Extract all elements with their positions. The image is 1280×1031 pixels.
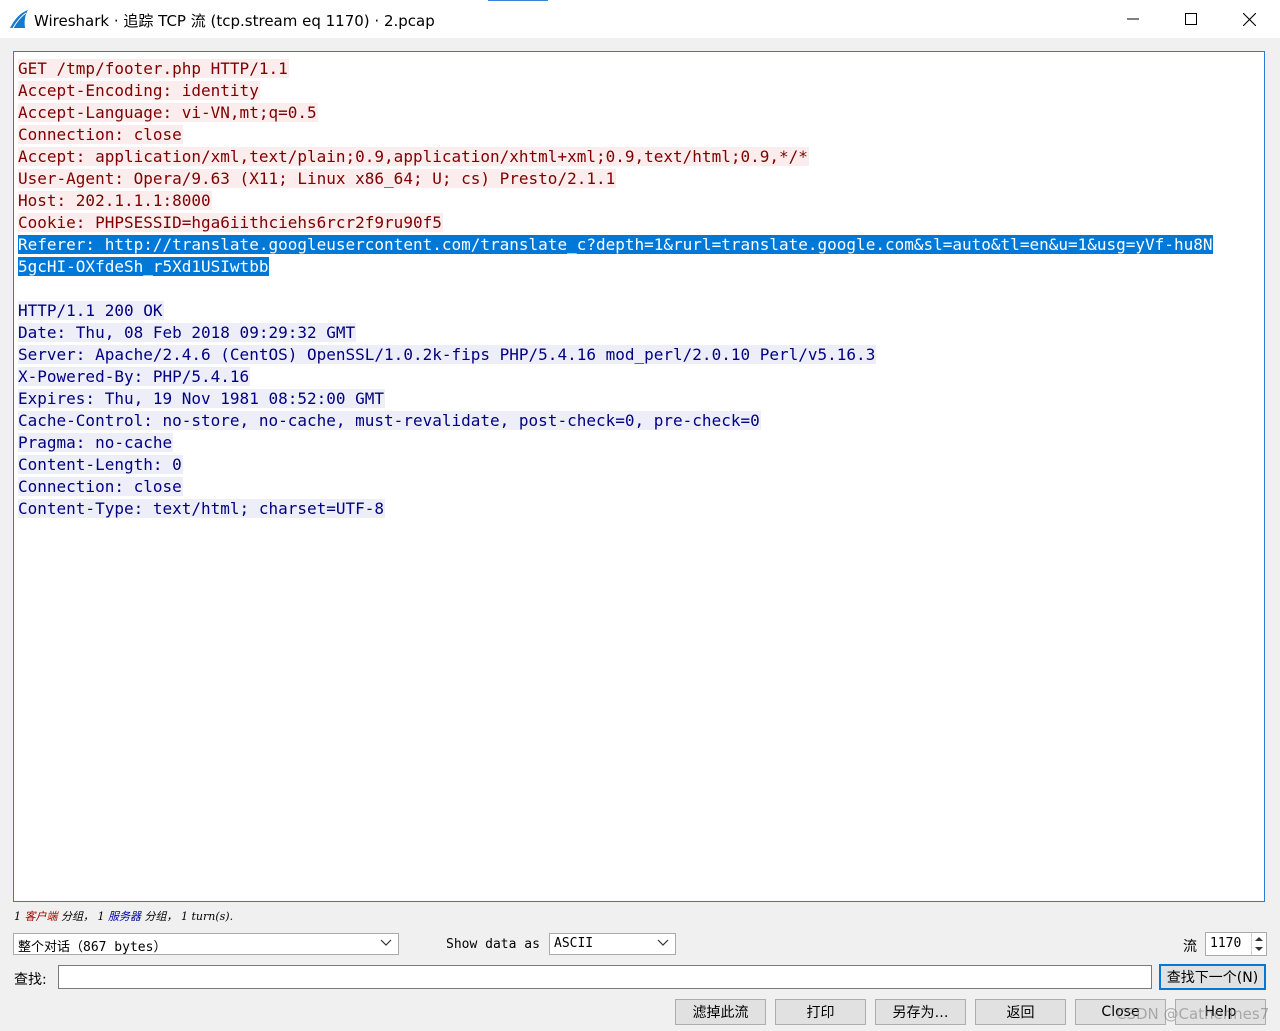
server-text-segment[interactable]: Cache-Control: no-store, no-cache, must-… — [18, 411, 761, 430]
stream-line[interactable]: Content-Type: text/html; charset=UTF-8 — [18, 498, 1213, 520]
server-text-segment[interactable]: X-Powered-By: PHP/5.4.16 — [18, 367, 251, 386]
stream-summary: 1 客户端 分组， 1 服务器 分组， 1 turn(s). — [14, 908, 233, 924]
client-text-segment[interactable]: Connection: close — [18, 125, 183, 144]
watermark: CSDN @Catherines7 — [1116, 1005, 1270, 1023]
server-text-segment[interactable]: Pragma: no-cache — [18, 433, 174, 452]
server-text-segment[interactable]: Date: Thu, 08 Feb 2018 09:29:32 GMT — [18, 323, 357, 342]
maximize-icon — [1185, 13, 1197, 25]
conversation-select[interactable]: 整个对话（867 bytes） — [13, 933, 399, 955]
stream-line[interactable]: HTTP/1.1 200 OK — [18, 300, 1213, 322]
summary-turns: 1 turn(s). — [181, 910, 234, 923]
stream-number-spinbox[interactable]: 1170 — [1205, 932, 1267, 956]
find-input[interactable] — [58, 965, 1152, 989]
title-bar: Wireshark · 追踪 TCP 流 (tcp.stream eq 1170… — [0, 0, 1280, 38]
minimize-button[interactable] — [1104, 0, 1162, 38]
stream-line[interactable]: Pragma: no-cache — [18, 432, 1213, 454]
close-window-button[interactable] — [1220, 0, 1278, 38]
wireshark-fin-icon — [10, 10, 28, 29]
chevron-down-icon — [657, 939, 669, 946]
stream-line[interactable]: Connection: close — [18, 124, 1213, 146]
save-as-button[interactable]: 另存为… — [875, 999, 966, 1025]
client-text-segment[interactable]: Accept-Encoding: identity — [18, 81, 260, 100]
stream-line[interactable]: Connection: close — [18, 476, 1213, 498]
stream-line[interactable]: Accept-Encoding: identity — [18, 80, 1213, 102]
stream-number-label: 流 — [1183, 939, 1197, 955]
maximize-button[interactable] — [1162, 0, 1220, 38]
server-text-segment[interactable]: Content-Length: 0 — [18, 455, 183, 474]
stream-text[interactable]: GET /tmp/footer.php HTTP/1.1 Accept-Encod… — [18, 58, 1214, 520]
server-text-segment[interactable]: Connection: close — [18, 477, 183, 496]
stream-line[interactable]: Host: 202.1.1.1:8000 — [18, 190, 1213, 212]
print-button[interactable]: 打印 — [775, 999, 866, 1025]
client-text-segment[interactable]: User-Agent: Opera/9.63 (X11; Linux x86_6… — [18, 169, 617, 188]
summary-server-suffix: 分组， — [144, 910, 178, 923]
selected-text-segment[interactable]: Referer: http://translate.googleusercont… — [18, 235, 1214, 254]
stream-line[interactable]: Referer: http://translate.googleusercont… — [18, 234, 1214, 256]
stream-content-view[interactable]: GET /tmp/footer.php HTTP/1.1 Accept-Encod… — [13, 51, 1265, 902]
server-text-segment[interactable]: Server: Apache/2.4.6 (CentOS) OpenSSL/1.… — [18, 345, 877, 364]
filter-out-stream-button[interactable]: 滤掉此流 — [675, 999, 766, 1025]
window-title: Wireshark · 追踪 TCP 流 (tcp.stream eq 1170… — [34, 12, 435, 30]
stream-line[interactable]: Content-Length: 0 — [18, 454, 1213, 476]
stream-line[interactable]: Server: Apache/2.4.6 (CentOS) OpenSSL/1.… — [18, 344, 1213, 366]
stream-line[interactable]: X-Powered-By: PHP/5.4.16 — [18, 366, 1213, 388]
summary-client-count: 1 — [14, 910, 21, 923]
stream-line[interactable]: Accept: application/xml,text/plain;0.9,a… — [18, 146, 1213, 168]
client-text-segment[interactable]: Accept: application/xml,text/plain;0.9,a… — [18, 147, 809, 166]
spin-up-down-icon — [1255, 937, 1263, 951]
find-label: 查找: — [14, 972, 47, 988]
show-data-select-value: ASCII — [554, 936, 594, 951]
summary-client-label: 客户端 — [24, 910, 58, 923]
client-text-segment[interactable]: Accept-Language: vi-VN,mt;q=0.5 — [18, 103, 318, 122]
summary-client-suffix: 分组， — [61, 910, 94, 923]
show-data-label: Show data as — [446, 937, 540, 952]
stream-line[interactable]: User-Agent: Opera/9.63 (X11; Linux x86_6… — [18, 168, 1213, 190]
back-button[interactable]: 返回 — [975, 999, 1066, 1025]
server-text-segment[interactable]: Expires: Thu, 19 Nov 1981 08:52:00 GMT — [18, 389, 386, 408]
stream-line[interactable]: GET /tmp/footer.php HTTP/1.1 — [18, 58, 1213, 80]
server-text-segment[interactable]: HTTP/1.1 200 OK — [18, 301, 164, 320]
stream-line[interactable]: 5gcHI-OXfdeSh_r5Xd1USIwtbb — [18, 256, 1213, 278]
minimize-icon — [1127, 18, 1139, 20]
summary-server-label: 服务器 — [108, 910, 141, 923]
stream-number-value: 1170 — [1210, 936, 1242, 951]
chevron-down-icon — [380, 939, 392, 946]
stream-line[interactable]: Cookie: PHPSESSID=hga6iithciehs6rcr2f9ru… — [18, 212, 1213, 234]
find-next-button[interactable]: 查找下一个(N) — [1159, 964, 1266, 990]
server-text-segment[interactable]: Content-Type: text/html; charset=UTF-8 — [18, 499, 386, 518]
close-icon — [1242, 12, 1256, 26]
client-text-segment[interactable]: Host: 202.1.1.1:8000 — [18, 191, 212, 210]
stream-line[interactable]: Accept-Language: vi-VN,mt;q=0.5 — [18, 102, 1213, 124]
stream-line[interactable]: Cache-Control: no-store, no-cache, must-… — [18, 410, 1213, 432]
conversation-select-value: 整个对话（867 bytes） — [18, 940, 167, 955]
client-text-segment[interactable]: Cookie: PHPSESSID=hga6iithciehs6rcr2f9ru… — [18, 213, 443, 232]
selected-text-segment[interactable]: 5gcHI-OXfdeSh_r5Xd1USIwtbb — [18, 257, 270, 276]
spin-arrows[interactable] — [1251, 933, 1266, 955]
stream-line[interactable]: Expires: Thu, 19 Nov 1981 08:52:00 GMT — [18, 388, 1213, 410]
stream-line[interactable]: Date: Thu, 08 Feb 2018 09:29:32 GMT — [18, 322, 1213, 344]
show-data-select[interactable]: ASCII — [549, 933, 676, 955]
client-text-segment[interactable]: GET /tmp/footer.php HTTP/1.1 — [18, 59, 289, 78]
summary-server-count: 1 — [97, 910, 105, 923]
accent-line — [488, 0, 548, 1]
stream-line[interactable] — [18, 278, 1213, 300]
